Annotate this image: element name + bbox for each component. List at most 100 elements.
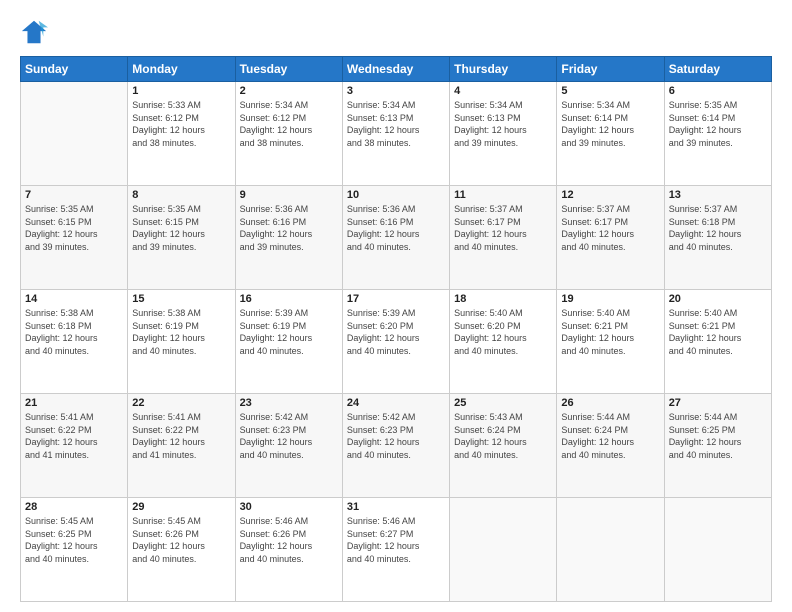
header bbox=[20, 18, 772, 46]
day-number: 27 bbox=[669, 397, 767, 409]
day-number: 10 bbox=[347, 189, 445, 201]
calendar-day-cell: 28Sunrise: 5:45 AM Sunset: 6:25 PM Dayli… bbox=[21, 498, 128, 602]
col-header-monday: Monday bbox=[128, 57, 235, 82]
day-number: 5 bbox=[561, 85, 659, 97]
calendar-week-row: 28Sunrise: 5:45 AM Sunset: 6:25 PM Dayli… bbox=[21, 498, 772, 602]
calendar-day-cell: 13Sunrise: 5:37 AM Sunset: 6:18 PM Dayli… bbox=[664, 186, 771, 290]
day-number: 25 bbox=[454, 397, 552, 409]
calendar-day-cell: 17 Sunrise: 5:39 AM Sunset: 6:20 PM Dayli… bbox=[342, 290, 449, 394]
day-info: Sunrise: 5:46 AM Sunset: 6:26 PM Dayligh… bbox=[240, 515, 338, 565]
day-number: 16 bbox=[240, 293, 338, 305]
day-number: 1 bbox=[132, 85, 230, 97]
day-number: 17 bbox=[347, 293, 445, 305]
day-number: 20 bbox=[669, 293, 767, 305]
calendar-day-cell: 19Sunrise: 5:40 AM Sunset: 6:21 PM Dayli… bbox=[557, 290, 664, 394]
day-number: 2 bbox=[240, 85, 338, 97]
day-info: Sunrise: 5:43 AM Sunset: 6:24 PM Dayligh… bbox=[454, 411, 552, 461]
day-info: Sunrise: 5:36 AM Sunset: 6:16 PM Dayligh… bbox=[240, 203, 338, 253]
day-info: Sunrise: 5:34 AM Sunset: 6:13 PM Dayligh… bbox=[347, 99, 445, 149]
day-info: Sunrise: 5:35 AM Sunset: 6:15 PM Dayligh… bbox=[132, 203, 230, 253]
day-info: Sunrise: 5:34 AM Sunset: 6:14 PM Dayligh… bbox=[561, 99, 659, 149]
calendar-day-cell: 10 Sunrise: 5:36 AM Sunset: 6:16 PM Dayli… bbox=[342, 186, 449, 290]
day-info: Sunrise: 5:38 AM Sunset: 6:18 PM Dayligh… bbox=[25, 307, 123, 357]
day-info: Sunrise: 5:45 AM Sunset: 6:26 PM Dayligh… bbox=[132, 515, 230, 565]
day-number: 12 bbox=[561, 189, 659, 201]
day-number: 7 bbox=[25, 189, 123, 201]
calendar-day-cell: 23 Sunrise: 5:42 AM Sunset: 6:23 PM Dayli… bbox=[235, 394, 342, 498]
day-info: Sunrise: 5:37 AM Sunset: 6:17 PM Dayligh… bbox=[454, 203, 552, 253]
calendar-day-cell bbox=[21, 82, 128, 186]
calendar-day-cell: 30 Sunrise: 5:46 AM Sunset: 6:26 PM Dayli… bbox=[235, 498, 342, 602]
day-info: Sunrise: 5:39 AM Sunset: 6:20 PM Dayligh… bbox=[347, 307, 445, 357]
calendar-day-cell: 3 Sunrise: 5:34 AM Sunset: 6:13 PM Daylig… bbox=[342, 82, 449, 186]
day-info: Sunrise: 5:42 AM Sunset: 6:23 PM Dayligh… bbox=[347, 411, 445, 461]
day-number: 15 bbox=[132, 293, 230, 305]
day-number: 31 bbox=[347, 501, 445, 513]
calendar-day-cell: 27 Sunrise: 5:44 AM Sunset: 6:25 PM Dayli… bbox=[664, 394, 771, 498]
col-header-sunday: Sunday bbox=[21, 57, 128, 82]
day-info: Sunrise: 5:38 AM Sunset: 6:19 PM Dayligh… bbox=[132, 307, 230, 357]
day-info: Sunrise: 5:33 AM Sunset: 6:12 PM Dayligh… bbox=[132, 99, 230, 149]
day-info: Sunrise: 5:44 AM Sunset: 6:25 PM Dayligh… bbox=[669, 411, 767, 461]
day-info: Sunrise: 5:42 AM Sunset: 6:23 PM Dayligh… bbox=[240, 411, 338, 461]
day-info: Sunrise: 5:41 AM Sunset: 6:22 PM Dayligh… bbox=[25, 411, 123, 461]
day-number: 9 bbox=[240, 189, 338, 201]
day-number: 19 bbox=[561, 293, 659, 305]
day-info: Sunrise: 5:35 AM Sunset: 6:14 PM Dayligh… bbox=[669, 99, 767, 149]
day-number: 4 bbox=[454, 85, 552, 97]
day-info: Sunrise: 5:36 AM Sunset: 6:16 PM Dayligh… bbox=[347, 203, 445, 253]
col-header-thursday: Thursday bbox=[450, 57, 557, 82]
calendar-day-cell: 29 Sunrise: 5:45 AM Sunset: 6:26 PM Dayli… bbox=[128, 498, 235, 602]
day-number: 24 bbox=[347, 397, 445, 409]
day-info: Sunrise: 5:40 AM Sunset: 6:21 PM Dayligh… bbox=[669, 307, 767, 357]
day-number: 22 bbox=[132, 397, 230, 409]
calendar-day-cell: 31 Sunrise: 5:46 AM Sunset: 6:27 PM Dayli… bbox=[342, 498, 449, 602]
calendar-day-cell: 5 Sunrise: 5:34 AM Sunset: 6:14 PM Daylig… bbox=[557, 82, 664, 186]
logo bbox=[20, 18, 52, 46]
day-number: 18 bbox=[454, 293, 552, 305]
calendar-day-cell bbox=[664, 498, 771, 602]
day-info: Sunrise: 5:35 AM Sunset: 6:15 PM Dayligh… bbox=[25, 203, 123, 253]
day-number: 30 bbox=[240, 501, 338, 513]
day-info: Sunrise: 5:40 AM Sunset: 6:20 PM Dayligh… bbox=[454, 307, 552, 357]
day-number: 8 bbox=[132, 189, 230, 201]
day-number: 26 bbox=[561, 397, 659, 409]
col-header-wednesday: Wednesday bbox=[342, 57, 449, 82]
day-info: Sunrise: 5:41 AM Sunset: 6:22 PM Dayligh… bbox=[132, 411, 230, 461]
calendar-week-row: 7 Sunrise: 5:35 AM Sunset: 6:15 PM Daylig… bbox=[21, 186, 772, 290]
calendar-day-cell: 11 Sunrise: 5:37 AM Sunset: 6:17 PM Dayli… bbox=[450, 186, 557, 290]
col-header-saturday: Saturday bbox=[664, 57, 771, 82]
calendar-day-cell: 4 Sunrise: 5:34 AM Sunset: 6:13 PM Daylig… bbox=[450, 82, 557, 186]
calendar-day-cell: 2Sunrise: 5:34 AM Sunset: 6:12 PM Daylig… bbox=[235, 82, 342, 186]
day-number: 6 bbox=[669, 85, 767, 97]
col-header-tuesday: Tuesday bbox=[235, 57, 342, 82]
calendar-day-cell: 22 Sunrise: 5:41 AM Sunset: 6:22 PM Dayli… bbox=[128, 394, 235, 498]
calendar-day-cell: 25 Sunrise: 5:43 AM Sunset: 6:24 PM Dayli… bbox=[450, 394, 557, 498]
calendar-day-cell: 20 Sunrise: 5:40 AM Sunset: 6:21 PM Dayli… bbox=[664, 290, 771, 394]
day-number: 11 bbox=[454, 189, 552, 201]
calendar-day-cell: 1 Sunrise: 5:33 AM Sunset: 6:12 PM Daylig… bbox=[128, 82, 235, 186]
calendar-day-cell bbox=[557, 498, 664, 602]
calendar-day-cell bbox=[450, 498, 557, 602]
calendar-week-row: 1 Sunrise: 5:33 AM Sunset: 6:12 PM Daylig… bbox=[21, 82, 772, 186]
day-number: 3 bbox=[347, 85, 445, 97]
calendar-day-cell: 24 Sunrise: 5:42 AM Sunset: 6:23 PM Dayli… bbox=[342, 394, 449, 498]
logo-icon bbox=[20, 18, 48, 46]
day-number: 28 bbox=[25, 501, 123, 513]
calendar-header-row: SundayMondayTuesdayWednesdayThursdayFrid… bbox=[21, 57, 772, 82]
day-info: Sunrise: 5:37 AM Sunset: 6:18 PM Dayligh… bbox=[669, 203, 767, 253]
day-number: 14 bbox=[25, 293, 123, 305]
calendar-day-cell: 8 Sunrise: 5:35 AM Sunset: 6:15 PM Daylig… bbox=[128, 186, 235, 290]
calendar-day-cell: 14 Sunrise: 5:38 AM Sunset: 6:18 PM Dayli… bbox=[21, 290, 128, 394]
day-number: 21 bbox=[25, 397, 123, 409]
calendar-day-cell: 7 Sunrise: 5:35 AM Sunset: 6:15 PM Daylig… bbox=[21, 186, 128, 290]
day-number: 23 bbox=[240, 397, 338, 409]
calendar-week-row: 21 Sunrise: 5:41 AM Sunset: 6:22 PM Dayli… bbox=[21, 394, 772, 498]
calendar-day-cell: 15 Sunrise: 5:38 AM Sunset: 6:19 PM Dayli… bbox=[128, 290, 235, 394]
calendar-day-cell: 6 Sunrise: 5:35 AM Sunset: 6:14 PM Daylig… bbox=[664, 82, 771, 186]
day-info: Sunrise: 5:34 AM Sunset: 6:13 PM Dayligh… bbox=[454, 99, 552, 149]
day-number: 29 bbox=[132, 501, 230, 513]
calendar-day-cell: 16 Sunrise: 5:39 AM Sunset: 6:19 PM Dayli… bbox=[235, 290, 342, 394]
day-info: Sunrise: 5:39 AM Sunset: 6:19 PM Dayligh… bbox=[240, 307, 338, 357]
day-info: Sunrise: 5:46 AM Sunset: 6:27 PM Dayligh… bbox=[347, 515, 445, 565]
